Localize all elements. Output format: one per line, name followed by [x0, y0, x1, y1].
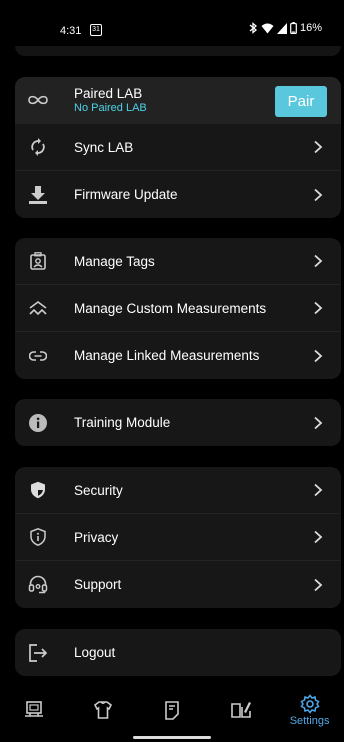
chevron-right-icon	[314, 254, 323, 268]
nav-label-settings: Settings	[289, 714, 330, 727]
security-row[interactable]: Security	[15, 467, 341, 514]
paired-lab-label: Paired LAB	[74, 86, 143, 101]
home-indicator[interactable]	[133, 736, 211, 739]
privacy-row[interactable]: Privacy	[15, 514, 341, 561]
bluetooth-icon	[249, 22, 257, 34]
chevron-right-icon	[314, 140, 323, 154]
bottom-nav: Settings	[0, 686, 344, 734]
training-card: Training Module	[15, 399, 341, 446]
chevron-right-icon	[314, 530, 323, 544]
manage-custom-measurements-label: Manage Custom Measurements	[74, 300, 267, 316]
training-module-label: Training Module	[74, 415, 171, 430]
manage-tags-row[interactable]: Manage Tags	[15, 238, 341, 285]
privacy-shield-icon	[27, 526, 49, 548]
measurement-icon	[27, 297, 49, 319]
sync-icon	[27, 136, 49, 158]
security-card: Security Privacy Support	[15, 467, 341, 608]
battery-icon	[290, 22, 297, 34]
chevron-right-icon	[314, 578, 323, 591]
nav-item-documents[interactable]	[138, 686, 207, 734]
download-icon	[27, 184, 49, 206]
previous-card-edge	[15, 46, 341, 56]
manage-card: Manage Tags Manage Custom Measurements M…	[15, 238, 341, 379]
gear-icon	[300, 693, 320, 714]
calendar-icon: 31	[90, 24, 102, 36]
logout-card: Logout	[15, 629, 341, 676]
nav-item-monitor[interactable]	[0, 686, 69, 734]
document-icon	[165, 701, 179, 720]
pair-button[interactable]: Pair	[275, 86, 327, 117]
nav-item-settings[interactable]: Settings	[275, 686, 344, 734]
book-icon	[230, 702, 251, 718]
nav-item-book[interactable]	[206, 686, 275, 734]
manage-linked-measurements-label: Manage Linked Measurements	[74, 348, 260, 363]
headset-icon	[27, 574, 49, 596]
logout-row[interactable]: Logout	[15, 629, 341, 676]
sync-lab-row[interactable]: Sync LAB	[15, 124, 341, 171]
paired-lab-row: Paired LAB No Paired LAB Pair	[15, 77, 341, 124]
manage-tags-label: Manage Tags	[74, 253, 155, 269]
lab-card: Paired LAB No Paired LAB Pair Sync LAB F…	[15, 77, 341, 218]
status-time: 4:31	[60, 25, 82, 37]
chevron-right-icon	[314, 301, 323, 315]
wifi-icon	[261, 23, 274, 33]
firmware-update-row[interactable]: Firmware Update	[15, 171, 341, 218]
badge-icon	[27, 250, 49, 272]
paired-lab-status: No Paired LAB	[74, 102, 147, 114]
shield-icon	[27, 479, 49, 501]
sync-lab-label: Sync LAB	[74, 139, 134, 155]
signal-icon	[276, 22, 287, 34]
nav-item-garment[interactable]	[69, 686, 138, 734]
chevron-right-icon	[314, 349, 323, 362]
security-label: Security	[74, 482, 123, 498]
manage-linked-measurements-row[interactable]: Manage Linked Measurements	[15, 332, 341, 379]
chevron-right-icon	[314, 188, 323, 201]
monitor-icon	[25, 701, 44, 717]
chevron-right-icon	[314, 483, 323, 497]
privacy-label: Privacy	[74, 529, 119, 545]
status-icons: 16%	[249, 22, 322, 34]
link-icon	[27, 345, 49, 367]
training-module-row[interactable]: Training Module	[15, 399, 341, 446]
battery-percent: 16%	[299, 22, 322, 34]
infinity-icon	[27, 89, 49, 111]
logout-label: Logout	[74, 645, 116, 660]
manage-custom-measurements-row[interactable]: Manage Custom Measurements	[15, 285, 341, 332]
info-icon	[27, 412, 49, 434]
support-row[interactable]: Support	[15, 561, 341, 608]
firmware-update-label: Firmware Update	[74, 187, 178, 202]
support-label: Support	[74, 577, 122, 592]
logout-icon	[27, 642, 49, 664]
chevron-right-icon	[314, 416, 323, 429]
shirt-icon	[94, 701, 113, 719]
